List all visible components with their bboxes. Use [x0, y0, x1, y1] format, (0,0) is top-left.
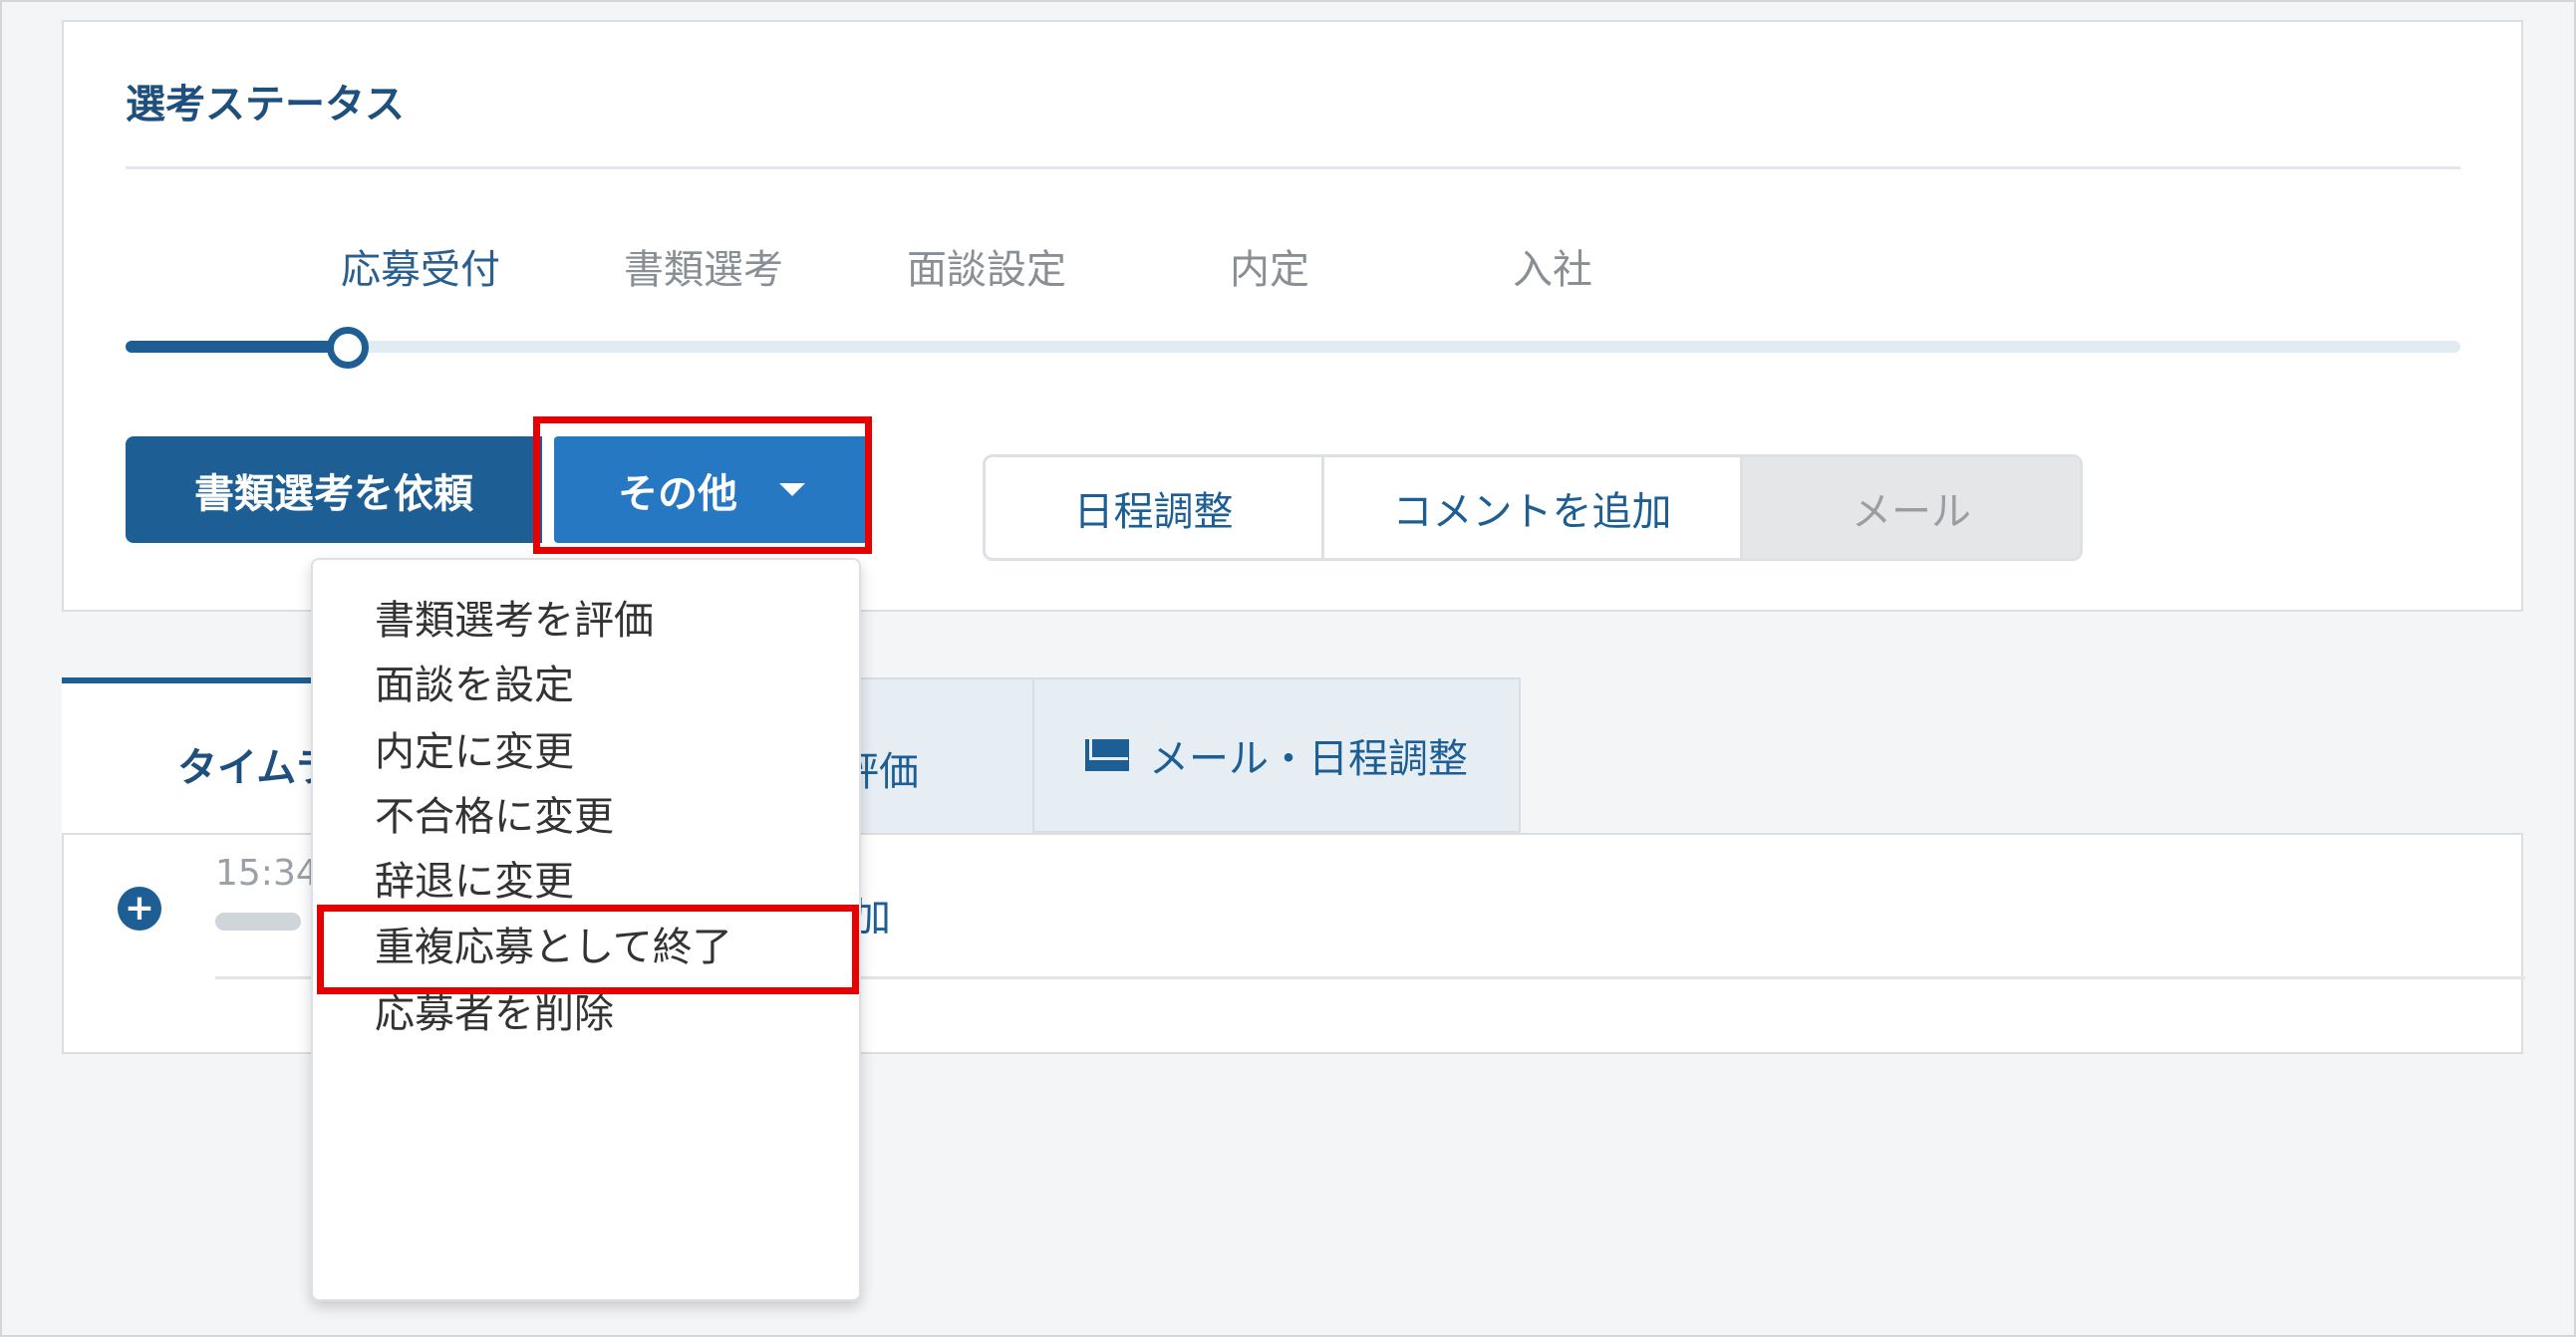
- tab-timeline[interactable]: タイムラ: [62, 677, 334, 833]
- action-segment: 日程調整 コメントを追加 メール: [983, 454, 2083, 561]
- tab-mail-schedule[interactable]: メール・日程調整: [1032, 677, 1521, 833]
- blurred-username: [215, 913, 301, 931]
- envelope-icon: [1085, 739, 1129, 771]
- progress-fill: [126, 341, 348, 353]
- highlight-box-duplicate: [317, 905, 859, 994]
- request-document-screening-button[interactable]: 書類選考を依頼: [126, 436, 542, 543]
- plus-circle-icon[interactable]: +: [118, 887, 161, 931]
- mail-button[interactable]: メール: [1743, 457, 2080, 558]
- progress-knob: [327, 327, 369, 369]
- progress-track: [126, 341, 2460, 353]
- step-document-screening[interactable]: 書類選考: [554, 237, 853, 295]
- menu-item-change-to-declined[interactable]: 辞退に変更: [375, 849, 574, 907]
- step-application[interactable]: 応募受付: [271, 237, 570, 295]
- menu-item-change-to-offer[interactable]: 内定に変更: [375, 719, 574, 777]
- menu-item-evaluate-documents[interactable]: 書類選考を評価: [375, 588, 654, 646]
- tab-mail-label: メール・日程調整: [1149, 736, 1468, 782]
- menu-item-set-interview[interactable]: 面談を設定: [375, 653, 574, 710]
- step-interview-setup[interactable]: 面談設定: [837, 237, 1136, 295]
- divider: [126, 166, 2460, 169]
- app-frame: 選考ステータス 応募受付 書類選考 面談設定 内定 入社 書類選考を依頼 その他…: [0, 0, 2576, 1337]
- menu-item-change-to-rejected[interactable]: 不合格に変更: [375, 784, 614, 842]
- timeline-time: 15:34: [215, 853, 319, 894]
- page-title: 選考ステータス: [126, 82, 405, 128]
- status-card: 選考ステータス 応募受付 書類選考 面談設定 内定 入社 書類選考を依頼 その他…: [62, 20, 2523, 612]
- add-comment-button[interactable]: コメントを追加: [1324, 457, 1743, 558]
- step-joined[interactable]: 入社: [1403, 237, 1702, 295]
- highlight-box-other: [533, 416, 872, 554]
- step-offer[interactable]: 内定: [1120, 237, 1419, 295]
- schedule-button[interactable]: 日程調整: [986, 457, 1324, 558]
- other-dropdown-menu: 書類選考を評価 面談を設定 内定に変更 不合格に変更 辞退に変更 重複応募として…: [311, 558, 861, 1301]
